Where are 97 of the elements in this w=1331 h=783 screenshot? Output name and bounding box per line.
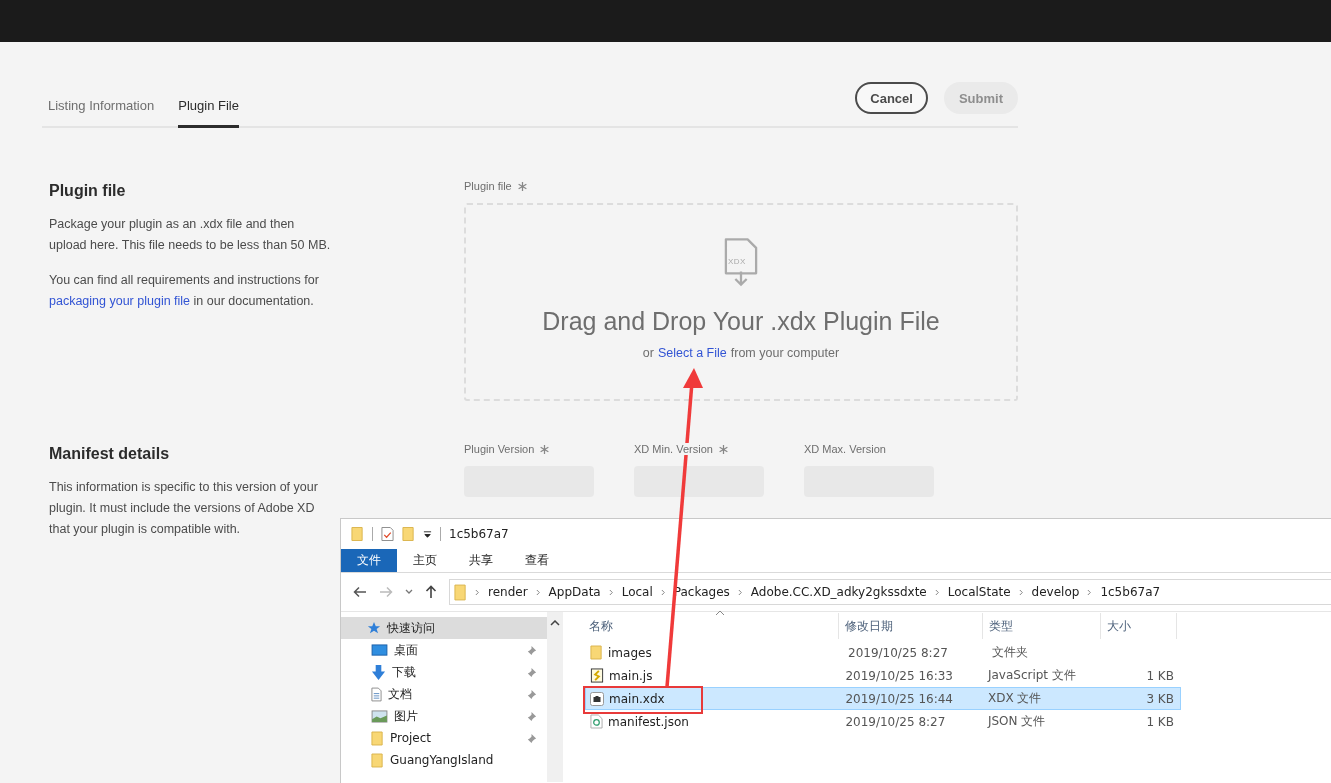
section-heading: Manifest details — [49, 445, 171, 463]
type-cell-text: JavaScript 文件 — [987, 667, 1077, 684]
folder-icon — [454, 583, 467, 601]
chevron-right-icon — [1087, 588, 1093, 596]
path-segment[interactable]: LocalState — [947, 585, 1011, 599]
chevron-right-icon — [535, 588, 541, 596]
dropdown-icon — [423, 529, 432, 539]
chevron-right-icon — [1018, 588, 1024, 596]
pin-icon — [526, 666, 537, 678]
pin-icon — [526, 688, 537, 700]
script-file-icon — [590, 668, 604, 683]
chevron-right-icon — [737, 588, 743, 596]
nav-item[interactable]: GuangYangIsland — [341, 749, 547, 771]
file-name: main.js — [609, 668, 653, 683]
pin-icon — [526, 732, 537, 744]
scroll-up-icon[interactable] — [550, 620, 560, 626]
scroll-bar[interactable] — [547, 612, 563, 782]
date-cell-text: 2019/10/25 8:27 — [844, 714, 947, 729]
date-cell-text: 2019/10/25 16:44 — [844, 691, 954, 706]
document-icon — [371, 686, 382, 702]
size-cell-text: 3 KB — [1145, 691, 1175, 706]
field-label: XD Max. Version — [804, 443, 886, 455]
description-text: Package your plugin as an .xdx file and then upload here. This file needs to be less than 50 MB. — [49, 216, 331, 254]
date-cell-text: 2019/10/25 8:27 — [847, 645, 949, 660]
cancel-button[interactable]: Cancel — [855, 82, 928, 114]
field-label: Plugin Version — [464, 443, 535, 455]
drop-zone[interactable]: XDX Drag and Drop Your .xdx Plugin File or Select a File from your computer — [464, 203, 1018, 401]
folder-icon — [371, 752, 384, 768]
tab[interactable]: Listing Information — [48, 88, 155, 128]
size-cell-text: 1 KB — [1145, 668, 1175, 683]
folder-icon — [590, 645, 603, 660]
file-row[interactable]: main.xdx 2019/10/25 16:44 XDX 文件 3 KB — [585, 687, 1181, 710]
file-name: main.xdx — [609, 691, 665, 706]
type-cell-text: 文件夹 — [992, 644, 1029, 661]
field-label: XD Min. Version — [634, 443, 713, 455]
new-folder-icon — [402, 526, 415, 542]
properties-icon — [381, 526, 394, 542]
pin-icon — [526, 710, 537, 722]
chevron-right-icon — [660, 588, 666, 596]
column-header[interactable]: 名称 — [589, 613, 839, 639]
json-file-icon — [590, 714, 603, 729]
chevron-right-icon — [475, 588, 480, 596]
folder-icon — [371, 730, 384, 746]
tab[interactable]: Plugin File — [178, 88, 239, 128]
ribbon-tab[interactable]: 查看 — [509, 549, 565, 572]
nav-item[interactable]: 桌面 — [341, 639, 547, 661]
description-text: This information is specific to this version of your plugin. It must include the versions of Adobe XD that your plugin is compatible with. — [49, 479, 319, 538]
documentation-link[interactable]: packaging your plugin file — [49, 294, 191, 308]
input-field[interactable] — [634, 466, 764, 497]
chevron-right-icon — [934, 588, 940, 596]
nav-item[interactable]: 下载 — [341, 661, 547, 683]
path-segment[interactable]: 1c5b67a7 — [1100, 585, 1161, 599]
path-segment[interactable]: Adobe.CC.XD_adky2gkssdxte — [750, 585, 927, 599]
plugin-file-icon — [590, 691, 604, 706]
type-cell-text: XDX 文件 — [987, 690, 1043, 707]
desktop-icon — [371, 643, 388, 657]
column-header[interactable]: 修改日期 — [839, 613, 983, 639]
nav-item[interactable]: Project — [341, 727, 547, 749]
file-row[interactable]: manifest.json 2019/10/25 8:27 JSON 文件 1 KB — [585, 710, 1181, 733]
up-icon[interactable] — [425, 585, 437, 599]
file-name: manifest.json — [608, 714, 689, 729]
section-heading: Plugin file — [49, 182, 127, 200]
nav-item[interactable]: 文档 — [341, 683, 547, 705]
ribbon-tab[interactable]: 文件 — [341, 549, 397, 572]
chevron-down-icon[interactable] — [405, 589, 413, 595]
path-segment[interactable]: AppData — [548, 585, 601, 599]
ribbon-tab[interactable]: 主页 — [397, 549, 453, 572]
file-name: images — [608, 645, 652, 660]
download-icon — [371, 664, 386, 680]
star-icon — [367, 621, 381, 635]
path-segment[interactable]: develop — [1031, 585, 1080, 599]
nav-item[interactable]: 快速访问 — [341, 617, 547, 639]
sort-icon — [715, 610, 725, 616]
description-text: You can find all requirements and instructions for packaging your plugin file in our documentation. — [49, 272, 320, 310]
path-segment[interactable]: Local — [621, 585, 653, 599]
drop-title: Drag and Drop Your .xdx Plugin File — [542, 307, 940, 336]
file-row[interactable]: images 2019/10/25 8:27 文件夹 — [585, 641, 1181, 664]
folder-icon — [351, 526, 364, 542]
select-file-link[interactable]: Select a File — [658, 346, 727, 360]
image-icon — [371, 709, 388, 723]
type-cell-text: JSON 文件 — [987, 713, 1047, 730]
date-cell-text: 2019/10/25 16:33 — [844, 668, 954, 683]
drop-text: or — [642, 346, 654, 360]
back-icon[interactable] — [353, 586, 367, 598]
chevron-right-icon — [608, 588, 614, 596]
path-segment[interactable]: render — [488, 585, 528, 599]
column-header[interactable]: 大小 — [1101, 613, 1177, 639]
forward-icon[interactable] — [379, 586, 393, 598]
ribbon-tab[interactable]: 共享 — [453, 549, 509, 572]
pin-icon — [526, 644, 537, 656]
field-label: Plugin file — [464, 180, 512, 192]
window-title: 1c5b67a7 — [449, 527, 509, 541]
drop-text: from your computer — [730, 346, 840, 360]
size-cell-text: 1 KB — [1145, 714, 1175, 729]
file-row[interactable]: main.js 2019/10/25 16:33 JavaScript 文件 1 KB — [585, 664, 1181, 687]
nav-item[interactable]: 图片 — [341, 705, 547, 727]
column-header[interactable]: 类型 — [983, 613, 1101, 639]
